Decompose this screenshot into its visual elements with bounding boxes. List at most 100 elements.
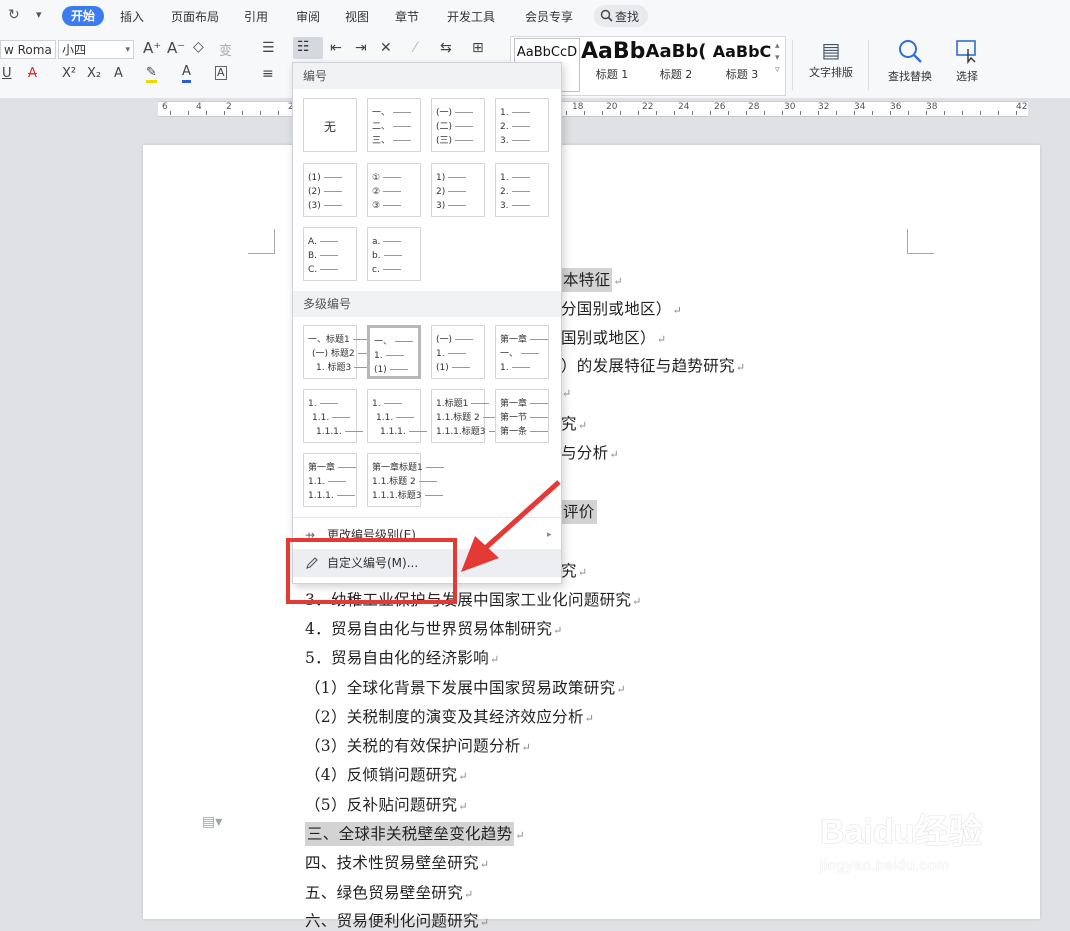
document-line[interactable]: 六、贸易便利化问题研究↵: [305, 909, 489, 931]
text-effect-icon[interactable]: A: [114, 66, 123, 81]
style-heading-3[interactable]: AaBbC 标题 3: [709, 38, 775, 90]
document-line[interactable]: 究↵: [561, 412, 587, 434]
numbering-style-option[interactable]: 1. 1.1. 1.1.1.: [367, 389, 427, 443]
select-button[interactable]: 选择: [944, 36, 990, 92]
decrease-indent-icon[interactable]: ⇤: [330, 40, 342, 56]
strikethrough-icon[interactable]: A: [28, 66, 37, 81]
numbering-style-option[interactable]: 一、标题1 (一) 标题2 1. 标题3: [303, 325, 376, 379]
search-icon: [600, 9, 613, 22]
document-line[interactable]: 评价: [561, 500, 598, 524]
tab-review[interactable]: 审阅: [296, 8, 320, 25]
numbering-style-option[interactable]: 一、 1. (1): [367, 325, 421, 379]
document-line[interactable]: ↵: [561, 383, 572, 401]
numbering-sample: 一、: [372, 108, 391, 118]
numbering-style-option[interactable]: 1. 1.1. 1.1.1.: [303, 389, 363, 443]
grow-font-icon[interactable]: A⁺: [143, 39, 161, 57]
numbering-style-option[interactable]: A. B. C.: [303, 227, 357, 281]
find-replace-button[interactable]: 查找替换: [878, 36, 942, 92]
style-heading-1[interactable]: AaBb 标题 1: [581, 38, 645, 90]
document-line[interactable]: （4）反倾销问题研究↵: [305, 763, 468, 785]
numbering-style-option[interactable]: ① ② ③: [367, 163, 421, 217]
find-replace-label: 查找替换: [888, 70, 932, 83]
numbering-style-option[interactable]: 1. 2. 3.: [495, 163, 549, 217]
numbering-none-option[interactable]: 无: [303, 98, 357, 152]
document-line[interactable]: （5）反补贴问题研究↵: [305, 793, 468, 815]
document-line[interactable]: 4．贸易自由化与世界贸易体制研究↵: [305, 617, 563, 639]
search-label: 查找: [615, 10, 640, 24]
document-line[interactable]: 国别或地区）↵: [561, 326, 666, 348]
numbering-style-option[interactable]: 第一章 1.1. 1.1.1.: [303, 453, 357, 507]
text-layout-button[interactable]: ▤ 文字排版: [800, 36, 862, 92]
document-line[interactable]: 5．贸易自由化的经济影响↵: [305, 646, 500, 668]
numbering-sample: 1.1.: [376, 413, 394, 423]
tab-chapter[interactable]: 章节: [395, 8, 419, 25]
tab-insert[interactable]: 插入: [120, 8, 144, 25]
superscript-icon[interactable]: X²: [62, 66, 76, 81]
increase-indent-icon[interactable]: ⇥: [355, 40, 367, 56]
show-marks-icon[interactable]: ⊞: [472, 40, 484, 56]
font-color-icon[interactable]: A: [182, 64, 191, 83]
numbering-sample: 1.1.: [308, 477, 326, 487]
sample-line: [323, 177, 342, 178]
numbering-style-option[interactable]: a. b. c.: [367, 227, 421, 281]
document-line[interactable]: 分国别或地区）↵: [561, 297, 682, 319]
numbering-style-option[interactable]: 1. 2. 3.: [495, 98, 549, 152]
numbering-style-option[interactable]: 1) 2) 3): [431, 163, 485, 217]
numbering-style-option[interactable]: 一、 二、 三、: [367, 98, 421, 152]
underline-icon[interactable]: U: [2, 66, 12, 81]
document-line[interactable]: 五、绿色贸易壁垒研究↵: [305, 881, 474, 903]
sample-line: [383, 205, 402, 206]
tab-page-layout[interactable]: 页面布局: [171, 8, 219, 25]
tab-view[interactable]: 视图: [345, 8, 369, 25]
highlight-icon[interactable]: ✎: [146, 66, 157, 83]
tab-member[interactable]: 会员专享: [525, 8, 573, 25]
paragraph-layout-icon[interactable]: ▤▾: [202, 814, 222, 830]
sample-line: [336, 495, 355, 496]
numbering-style-option[interactable]: 第一章 第一节 第一条: [495, 389, 549, 443]
redo-icon[interactable]: ↻: [8, 7, 20, 23]
text-direction-icon[interactable]: ⁄: [414, 40, 416, 56]
numbering-style-option[interactable]: 第一章 一、 1.: [495, 325, 549, 379]
document-line[interactable]: （3）关税的有效保护问题分析↵: [305, 734, 531, 756]
document-line[interactable]: 三、全球非关税壁垒变化趋势 ↵: [305, 822, 525, 846]
tab-home[interactable]: 开始: [62, 6, 104, 26]
document-line[interactable]: 四、技术性贸易壁垒研究↵: [305, 851, 489, 873]
font-size-value: 小四: [62, 43, 87, 57]
document-line[interactable]: 与分析↵: [561, 441, 619, 463]
shrink-font-icon[interactable]: A⁻: [167, 39, 185, 57]
chinese-layout-icon[interactable]: ✕: [380, 40, 392, 56]
align-left-icon[interactable]: ≡: [262, 66, 274, 82]
document-line[interactable]: （2）关税制度的演变及其经济效应分析↵: [305, 705, 594, 727]
subscript-icon[interactable]: X₂: [87, 66, 101, 81]
numbering-style-option[interactable]: (1) (2) (3): [303, 163, 357, 217]
numbering-style-option[interactable]: 1.标题1 1.1.标题 2 1.1.1.标题3: [431, 389, 507, 443]
font-name-select[interactable]: w Roma: [0, 40, 56, 59]
numbering-style-option[interactable]: 第一章标题1 1.1.标题 2 1.1.1.标题3: [367, 453, 444, 507]
document-line[interactable]: ）的发展特征与趋势研究↵: [561, 354, 745, 376]
numbering-style-option[interactable]: (一) 1. (1): [431, 325, 485, 379]
ruler-bar[interactable]: 642246810121416182022242628303234363842: [158, 101, 1028, 117]
sample-line: [383, 403, 402, 404]
numbering-sample: 第一节: [500, 413, 528, 423]
numbering-style-option[interactable]: (一) (二) (三): [431, 98, 485, 152]
search-button[interactable]: 查找: [594, 5, 648, 27]
numbered-list-button[interactable]: ☷: [293, 37, 323, 59]
phonetic-guide-icon[interactable]: 变: [219, 40, 232, 59]
paragraph-mark: ↵: [656, 333, 667, 346]
gallery-scroll-icon[interactable]: ▴ ▾ ▿: [775, 40, 780, 76]
sample-line: [471, 403, 490, 404]
document-page[interactable]: 本特征 ↵ 分国别或地区）↵ 国别或地区）↵ ）的发展特征与趋势研究↵ ↵ 究↵ 与分析↵ 评价…: [143, 145, 1040, 930]
style-heading-2[interactable]: AaBb( 标题 2: [645, 38, 707, 90]
sort-icon[interactable]: ⇆: [440, 40, 452, 56]
quick-access-dropdown-icon[interactable]: ▾: [36, 8, 42, 21]
char-border-icon[interactable]: A: [215, 66, 227, 80]
font-size-select[interactable]: 小四 ▾: [58, 40, 134, 59]
tab-references[interactable]: 引用: [244, 8, 268, 25]
sample-line: [383, 241, 402, 242]
tab-developer[interactable]: 开发工具: [447, 8, 495, 25]
sample-line: [393, 126, 412, 127]
clear-format-icon[interactable]: ◇: [193, 39, 204, 55]
document-line[interactable]: 本特征 ↵: [561, 268, 623, 292]
bullet-list-icon[interactable]: ☰: [262, 40, 275, 56]
document-line[interactable]: （1）全球化背景下发展中国家贸易政策研究↵: [305, 676, 626, 698]
